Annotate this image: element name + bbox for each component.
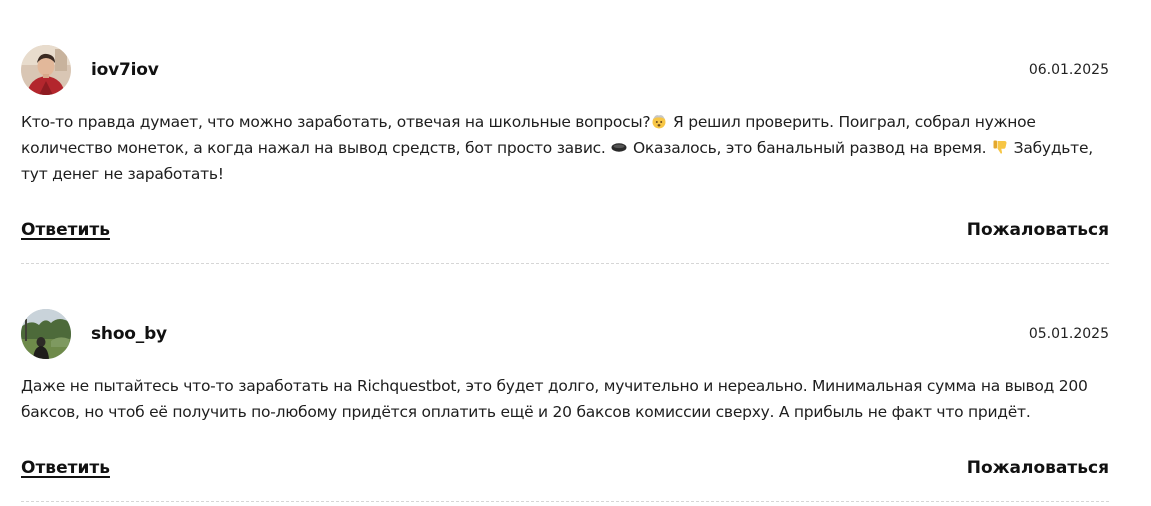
avatar-photo <box>21 45 71 95</box>
avatar[interactable] <box>21 45 71 95</box>
comment-item: iov7iov 06.01.2025 Кто-то правда думает,… <box>21 45 1109 264</box>
author-name[interactable]: iov7iov <box>91 60 159 80</box>
comment-actions: Ответить Пожаловаться <box>21 220 1109 244</box>
black-circle-emoji <box>611 137 627 153</box>
comment-actions: Ответить Пожаловаться <box>21 458 1109 482</box>
comment-item: shoo_by 05.01.2025 Даже не пытайтесь что… <box>21 309 1109 502</box>
comment-header: shoo_by 05.01.2025 <box>21 309 1109 359</box>
avatar-photo <box>21 309 71 359</box>
comment-header: iov7iov 06.01.2025 <box>21 45 1109 95</box>
thumbs-down-emoji <box>992 137 1008 154</box>
author-name[interactable]: shoo_by <box>91 324 167 344</box>
comment-text-part: Кто-то правда думает, что можно заработа… <box>21 113 651 131</box>
avatar[interactable] <box>21 309 71 359</box>
reply-link[interactable]: Ответить <box>21 220 110 240</box>
comment-text: Кто-то правда думает, что можно заработа… <box>21 109 1109 187</box>
divider <box>21 263 1109 264</box>
comment-text: Даже не пытайтесь что-то заработать на R… <box>21 377 1088 421</box>
comment-text-part: Оказалось, это банальный развод на время… <box>628 139 991 157</box>
exploding-head-emoji <box>651 111 667 129</box>
divider <box>21 501 1109 502</box>
report-link[interactable]: Пожаловаться <box>967 220 1109 240</box>
reply-link[interactable]: Ответить <box>21 458 110 478</box>
comment-date: 05.01.2025 <box>1028 326 1109 342</box>
comment-date: 06.01.2025 <box>1028 62 1109 78</box>
report-link[interactable]: Пожаловаться <box>967 458 1109 478</box>
comments-list: iov7iov 06.01.2025 Кто-то правда думает,… <box>0 0 1151 506</box>
